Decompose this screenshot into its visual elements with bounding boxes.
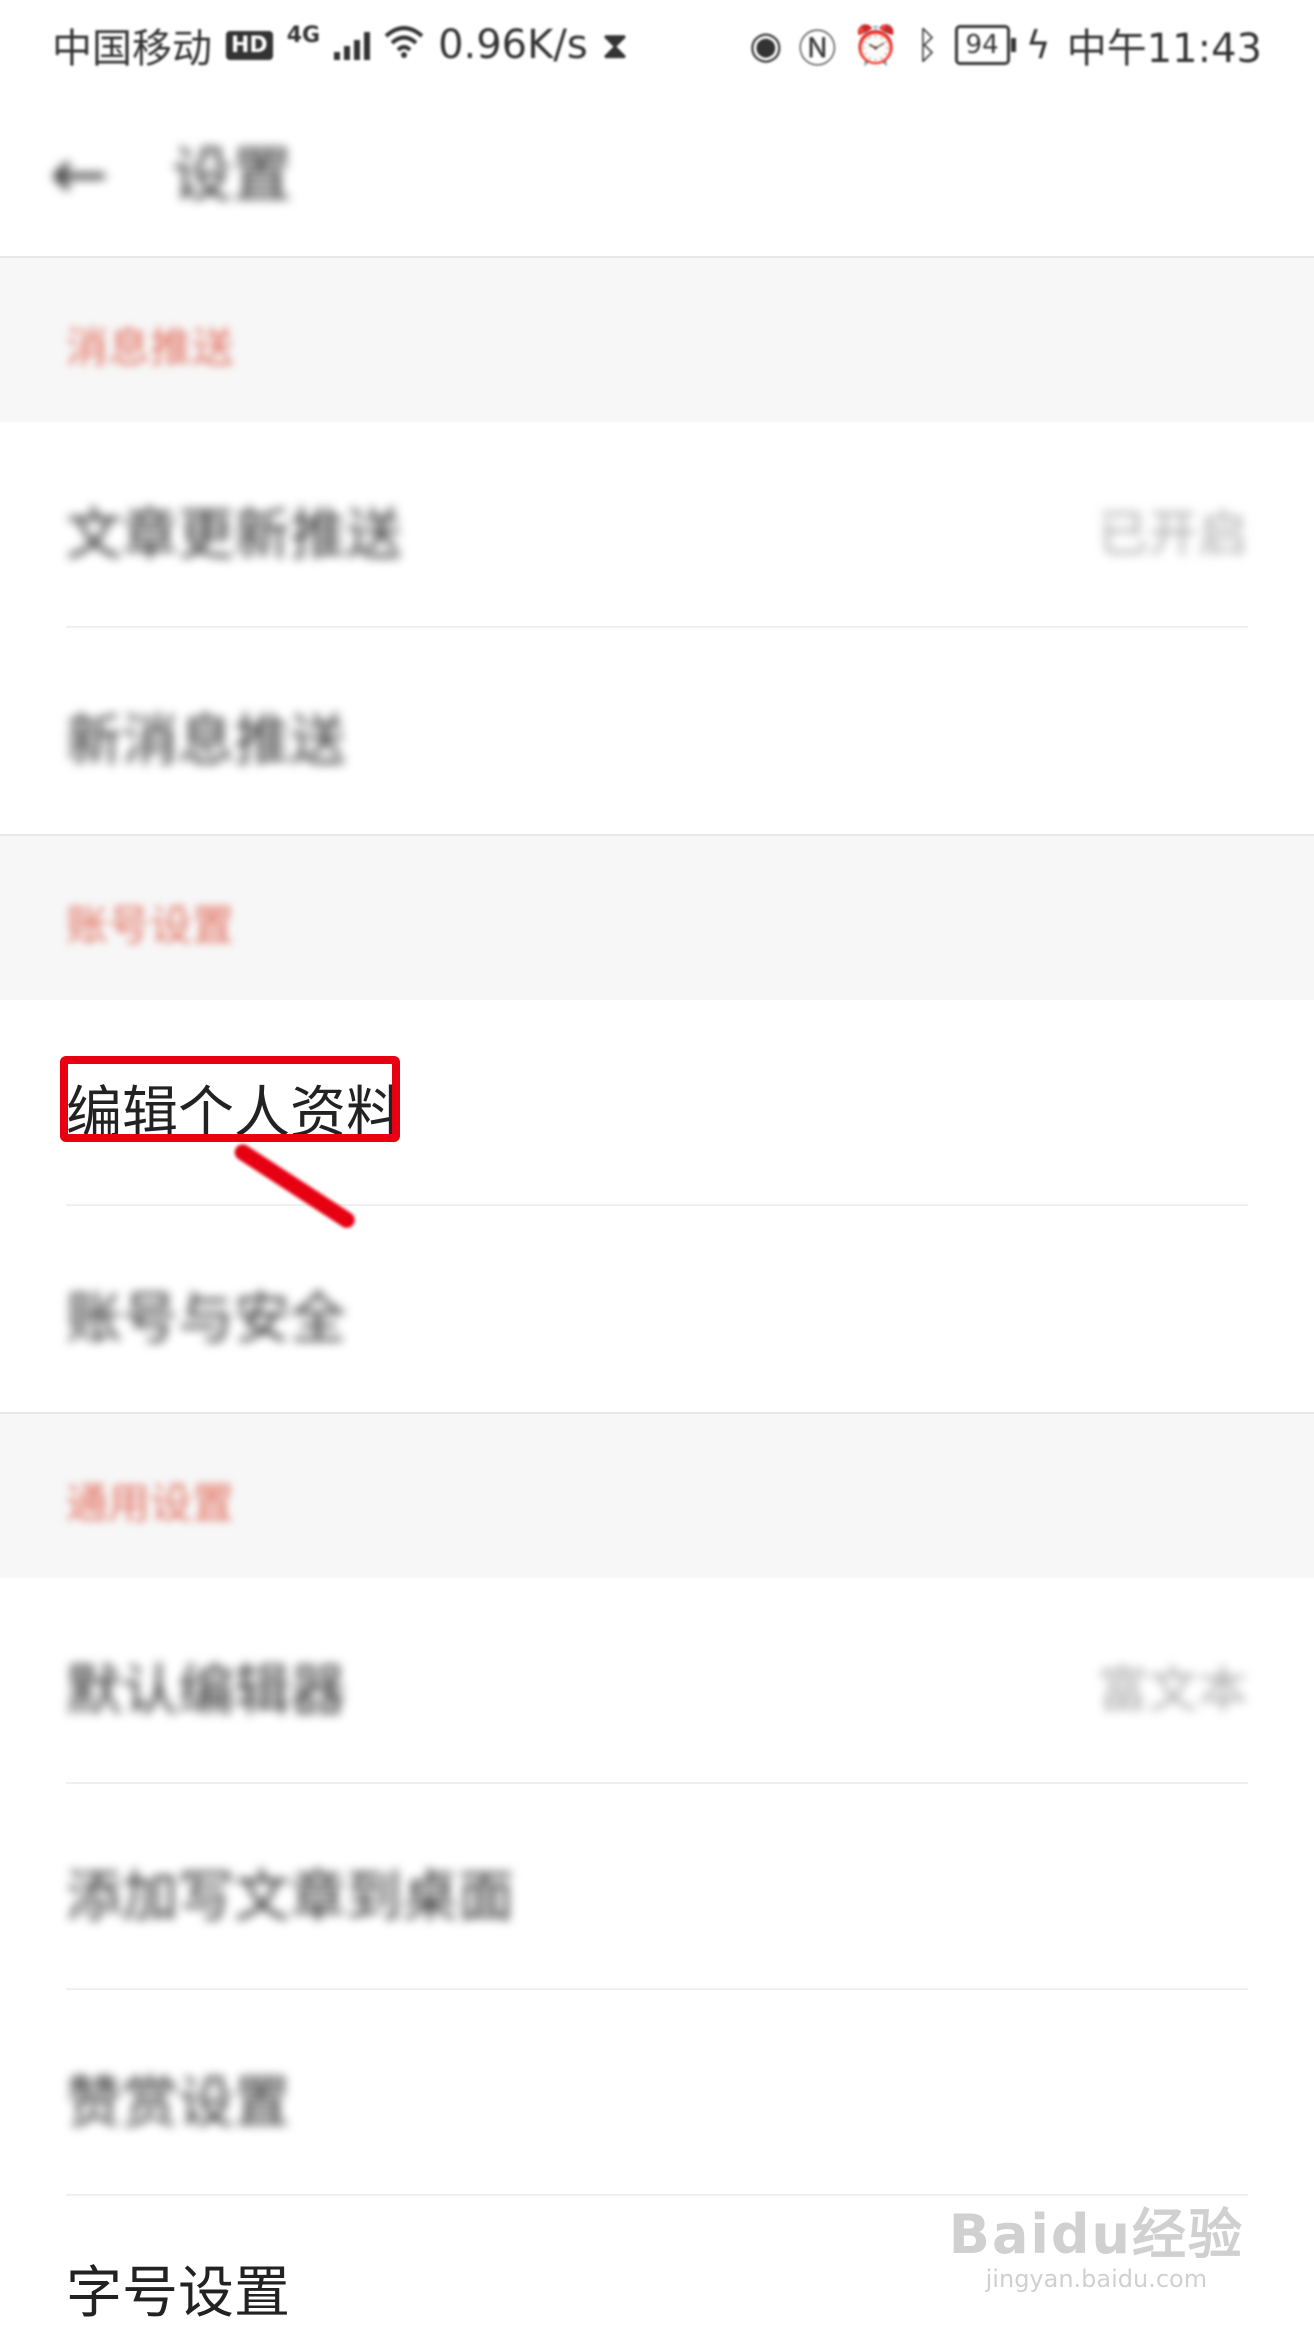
hd-badge: HD bbox=[226, 30, 273, 60]
watermark-logo: Baidu经验 bbox=[948, 2203, 1244, 2266]
status-bar-left: 中国移动 HD 4G 0.96K/s ⧗ bbox=[52, 16, 628, 74]
row-value: 已开启 bbox=[1098, 505, 1248, 563]
network-type: 4G bbox=[286, 22, 321, 48]
network-speed: 0.96K/s bbox=[438, 22, 588, 68]
section-header-push: 消息推送 bbox=[0, 256, 1314, 424]
signal-icon bbox=[334, 30, 371, 60]
row-label: 字号设置 bbox=[66, 2261, 290, 2326]
carrier-name: 中国移动 bbox=[52, 26, 212, 72]
section-header-account: 账号设置 bbox=[0, 834, 1314, 1002]
wifi-icon bbox=[384, 23, 424, 67]
status-bar-right: ◉ Ⓝ ⏰ ᛒ 94 ϟ 中午11:43 bbox=[749, 16, 1262, 74]
watermark: Baidu经验 jingyan.baidu.com bbox=[949, 2190, 1244, 2293]
settings-row-reward[interactable]: 赞赏设置 bbox=[0, 1990, 1314, 2196]
nfc-icon: Ⓝ bbox=[798, 26, 837, 71]
bluetooth-icon: ᛒ bbox=[915, 23, 939, 67]
row-label: 新消息推送 bbox=[66, 709, 346, 774]
settings-row-article-update[interactable]: 文章更新推送 已开启 bbox=[0, 422, 1314, 628]
clock: 中午11:43 bbox=[1066, 26, 1262, 72]
back-arrow-icon[interactable]: ← bbox=[50, 134, 109, 214]
alarm-icon: ⏰ bbox=[852, 22, 900, 67]
top-bar: ← 设置 bbox=[0, 90, 1314, 258]
section-label: 消息推送 bbox=[66, 323, 235, 372]
settings-row-default-editor[interactable]: 默认编辑器 富文本 bbox=[0, 1578, 1314, 1784]
highlight-box bbox=[60, 1056, 400, 1142]
row-label: 默认编辑器 bbox=[66, 1659, 346, 1724]
settings-row-add-to-desktop[interactable]: 添加写文章到桌面 bbox=[0, 1784, 1314, 1990]
settings-row-account-security[interactable]: 账号与安全 bbox=[0, 1206, 1314, 1412]
section-header-general: 通用设置 bbox=[0, 1412, 1314, 1580]
row-value: 富文本 bbox=[1098, 1661, 1248, 1719]
watermark-url: jingyan.baidu.com bbox=[985, 2265, 1208, 2293]
section-label: 通用设置 bbox=[66, 1479, 235, 1528]
eye-icon: ◉ bbox=[749, 23, 783, 67]
charging-icon: ϟ bbox=[1025, 23, 1051, 67]
row-label: 赞赏设置 bbox=[66, 2071, 290, 2136]
section-label: 账号设置 bbox=[66, 901, 235, 950]
row-label: 文章更新推送 bbox=[66, 503, 402, 568]
battery-icon: 94 bbox=[954, 25, 1016, 65]
row-label: 添加写文章到桌面 bbox=[66, 1865, 514, 1930]
status-bar: 中国移动 HD 4G 0.96K/s ⧗ ◉ Ⓝ ⏰ ᛒ 94 ϟ 中午11:4… bbox=[0, 0, 1314, 90]
page-title: 设置 bbox=[172, 141, 292, 211]
row-label: 账号与安全 bbox=[66, 1287, 346, 1352]
settings-row-new-message[interactable]: 新消息推送 bbox=[0, 628, 1314, 834]
hourglass-icon: ⧗ bbox=[601, 22, 629, 67]
